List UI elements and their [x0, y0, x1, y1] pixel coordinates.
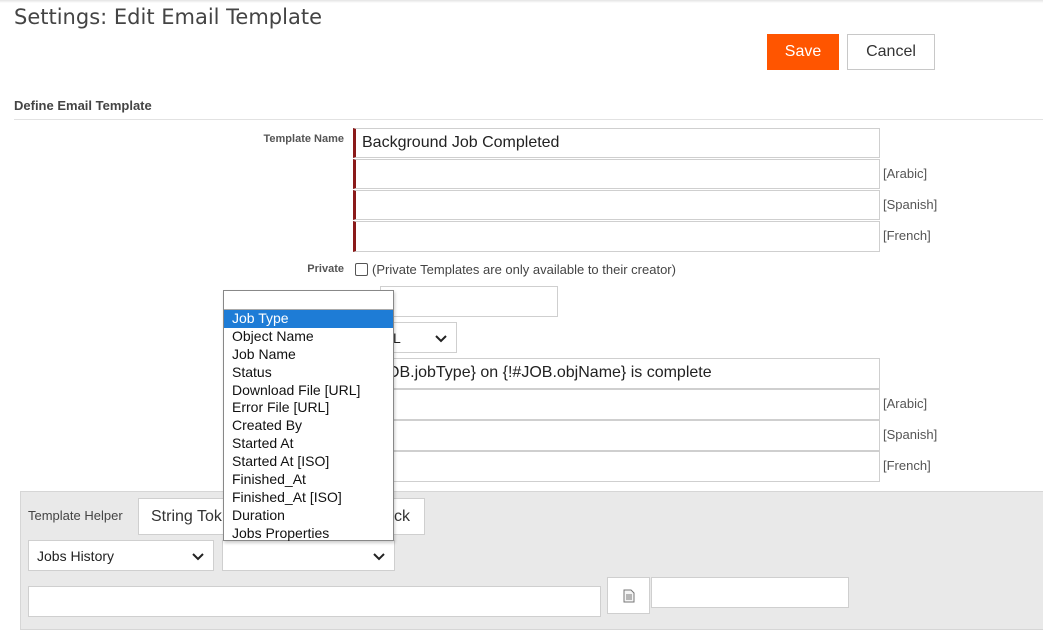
dropdown-options: Job Type Object Name Job Name Status Downloa…: [224, 310, 393, 543]
subject-arabic-input[interactable]: [380, 389, 880, 420]
chevron-down-icon: [435, 334, 447, 342]
copy-token-button[interactable]: [607, 577, 650, 614]
token-output-input[interactable]: [28, 586, 601, 617]
dropdown-option[interactable]: Finished_At [ISO]: [224, 489, 393, 507]
template-helper-label: Template Helper: [28, 508, 123, 523]
template-name-label: Template Name: [263, 133, 345, 145]
dropdown-option[interactable]: Object Name: [224, 328, 393, 346]
dropdown-option[interactable]: Error File [URL]: [224, 399, 393, 417]
subject-spanish-input[interactable]: [380, 420, 880, 451]
dropdown-option[interactable]: Job Name: [224, 346, 393, 364]
field-select[interactable]: [222, 540, 395, 571]
private-label: Private: [307, 263, 344, 275]
template-name-french-input[interactable]: [353, 221, 880, 252]
dropdown-option[interactable]: Job Type: [224, 310, 393, 328]
cancel-button[interactable]: Cancel: [847, 34, 935, 70]
token-extra-input[interactable]: [651, 577, 849, 608]
lang-label-french: [French]: [883, 228, 931, 243]
string-tokens-tab[interactable]: String Tok: [138, 498, 233, 535]
chevron-down-icon: [192, 552, 204, 560]
object-select-value: Jobs History: [37, 547, 115, 564]
private-checkbox[interactable]: [355, 263, 368, 276]
save-button[interactable]: Save: [767, 34, 839, 70]
subject-input[interactable]: OB.jobType} on {!#JOB.objName} is comple…: [380, 358, 880, 389]
dropdown-option[interactable]: Jobs Properties: [224, 525, 393, 543]
dropdown-option[interactable]: Duration: [224, 507, 393, 525]
template-name-spanish-input[interactable]: [353, 190, 880, 220]
subject-lang-label-french: [French]: [883, 458, 931, 473]
dropdown-option[interactable]: Created By: [224, 417, 393, 435]
hidden-field-input[interactable]: [380, 286, 558, 317]
private-note: (Private Templates are only available to…: [372, 262, 676, 277]
template-name-arabic-input[interactable]: [353, 159, 880, 189]
section-divider: [14, 119, 1043, 120]
dropdown-option[interactable]: Status: [224, 364, 393, 382]
object-select[interactable]: Jobs History: [28, 540, 214, 571]
top-shadow: [0, 0, 1043, 3]
page-title: Settings: Edit Email Template: [14, 5, 322, 29]
chevron-down-icon: [373, 552, 385, 560]
template-name-input[interactable]: Background Job Completed: [353, 128, 880, 158]
document-icon: [623, 589, 634, 602]
dropdown-option[interactable]: Started At [ISO]: [224, 453, 393, 471]
subject-lang-label-spanish: [Spanish]: [883, 427, 938, 442]
dropdown-option[interactable]: Finished_At: [224, 471, 393, 489]
subject-french-input[interactable]: [380, 451, 880, 482]
lang-label-spanish: [Spanish]: [883, 197, 938, 212]
section-title: Define Email Template: [14, 98, 152, 113]
dropdown-search-input[interactable]: [224, 291, 393, 310]
format-select-value: L: [393, 329, 401, 346]
lang-label-arabic: [Arabic]: [883, 166, 928, 181]
dropdown-option[interactable]: Download File [URL]: [224, 382, 393, 400]
subject-lang-label-arabic: [Arabic]: [883, 396, 928, 411]
dropdown-option[interactable]: Started At: [224, 435, 393, 453]
field-dropdown-list: Job Type Object Name Job Name Status Downloa…: [223, 290, 394, 541]
